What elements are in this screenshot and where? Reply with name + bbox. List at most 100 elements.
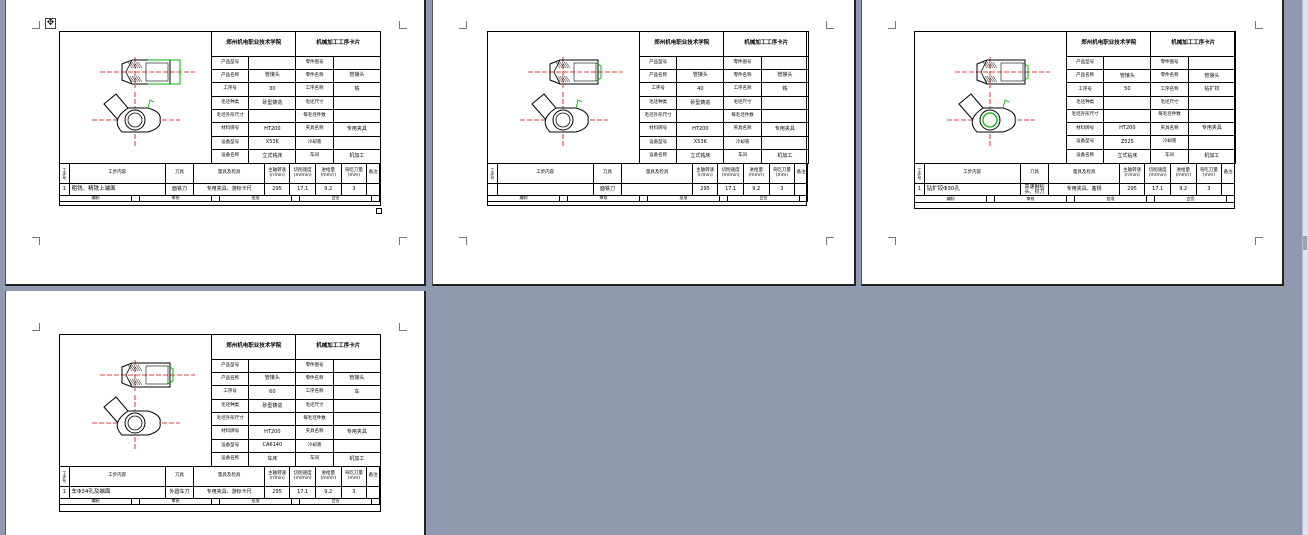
op-depth: 3 [340, 183, 368, 196]
margin-corner-mark [32, 21, 40, 29]
op-tool: 高速钢钻头、铰刀 [1019, 183, 1050, 196]
scrollbar-thumb[interactable] [1303, 236, 1307, 250]
info-value [332, 56, 382, 70]
info-row: 设备名称 立式铣床 车间 机加工 [638, 149, 810, 164]
info-label: 夹具名称 [723, 122, 762, 137]
info-value [1187, 96, 1237, 110]
signature-label: 编制 [914, 196, 987, 203]
info-value [332, 438, 382, 454]
op-column-header: 主轴转速(r/min) [263, 466, 291, 487]
op-note [1221, 183, 1235, 196]
info-value: 60 [248, 385, 297, 400]
signature-blank [291, 498, 300, 505]
info-value: 50 [1103, 82, 1152, 98]
op-column-header: 进给量(mm/r) [314, 466, 342, 487]
info-value: HT200 [1103, 121, 1152, 137]
op-column-header: 量具及检具 [621, 163, 693, 184]
part-sketch-area [60, 335, 212, 467]
signature-blank [639, 195, 648, 202]
table-move-handle-icon[interactable]: ✥ [45, 18, 56, 29]
signature-label: 批准 [647, 195, 720, 202]
info-value: 40 [676, 82, 725, 97]
operation-steps-table: 工步号 工步内容 刀具 量具及检具 主轴转速(r/min) 切削速度(m/min) 进给量(… [487, 163, 808, 196]
info-value: 管接头 [1103, 68, 1152, 84]
signature-label: 批准 [1074, 196, 1147, 203]
op-feed: 9.2 [314, 183, 342, 196]
vertical-scrollbar[interactable] [1302, 0, 1308, 535]
op-column-header: 工步号 [914, 163, 925, 184]
info-value [248, 359, 297, 373]
info-row: 设备名称 车床 车间 机加工 [210, 452, 382, 467]
op-cut-speed: 17.1 [289, 486, 316, 499]
school-name: 郑州机电职业技术学院 [210, 334, 297, 360]
info-label: 工序号 [210, 82, 250, 97]
info-label: 工序名称 [295, 385, 334, 400]
info-row: 工序号 30 工序名称铣 [210, 82, 382, 97]
info-value [1103, 96, 1152, 110]
info-row: 毛坯种类 砂型铸造 毛坯尺寸 [210, 95, 382, 111]
card-info-table: 郑州机电职业技术学院 机械加工工序卡片 产品型号 零件图号 产品名称 管接头 零件名称 管接头… [638, 31, 810, 164]
signature-strip: 编制 审核 批准 会签 [59, 195, 380, 202]
info-label: 材料牌号 [210, 425, 250, 440]
info-row: 材料牌号 HT200 夹具名称 专用夹具 [210, 122, 382, 137]
table-resize-handle[interactable] [376, 208, 382, 214]
info-label: 产品型号 [1065, 56, 1105, 70]
info-row: 产品名称 管接头 零件名称 管接头 [210, 371, 382, 387]
info-value [1103, 108, 1152, 123]
info-value [676, 56, 725, 70]
info-label: 毛坯种类 [1065, 96, 1105, 110]
op-note [794, 183, 808, 196]
op-column-header: 切削速度(m/min) [1144, 163, 1171, 184]
info-value: 车床 [248, 452, 297, 467]
info-value: HT200 [248, 122, 297, 137]
info-value: 铣 [332, 82, 382, 97]
school-name: 郑州机电职业技术学院 [1065, 31, 1152, 57]
info-label: 冷却液 [1150, 135, 1189, 151]
info-row: 材料牌号 HT200 夹具名称 专用夹具 [1065, 121, 1237, 137]
document-page-3: 郑州机电职业技术学院 机械加工工序卡片 产品型号 零件图号 产品名称 管接头 零件名称 管接头… [861, 0, 1284, 286]
info-label: 毛坯尺寸 [1150, 96, 1189, 110]
info-value: X53K [248, 135, 297, 151]
op-speed: 295 [263, 183, 291, 196]
op-gauge [621, 183, 693, 196]
info-value: 管接头 [760, 68, 810, 84]
info-value: Z525 [1103, 135, 1152, 151]
op-content [496, 183, 594, 196]
operation-steps-table: 工步号 工步内容 刀具 量具及检具 主轴转速(r/min) 切削速度(m/min) 进给量(… [59, 466, 380, 499]
signature-strip: 编制 审核 批准 会签 [914, 196, 1235, 203]
op-gauge: 专用夹具、塞规 [1048, 183, 1120, 196]
info-row: 工序号 50 工序名称 钻扩铰 [1065, 82, 1237, 98]
info-value [332, 359, 382, 373]
margin-corner-mark [399, 21, 407, 29]
process-card-2: 郑州机电职业技术学院 机械加工工序卡片 产品型号 零件图号 产品名称 管接头 零件名称 管接头… [487, 31, 810, 206]
info-label: 零件图号 [1150, 56, 1189, 70]
op-column-header: 刀具 [164, 163, 195, 184]
info-value [1187, 56, 1237, 70]
op-column-header: 主轴转速(r/min) [691, 163, 719, 184]
info-value [1103, 56, 1152, 70]
margin-corner-mark [399, 323, 407, 331]
info-label: 设备名称 [1065, 149, 1105, 164]
signature-blank [1226, 196, 1235, 203]
info-label: 夹具名称 [295, 425, 334, 440]
signature-blank [291, 195, 300, 202]
info-label: 工序名称 [723, 82, 762, 97]
info-label: 工序号 [210, 385, 250, 400]
info-value: 管接头 [676, 68, 725, 84]
info-label: 车间 [295, 452, 334, 467]
op-tool: 面铣刀 [164, 183, 195, 196]
margin-corner-mark [399, 237, 407, 245]
info-label: 零件名称 [723, 68, 762, 84]
card-title: 机械加工工序卡片 [1150, 31, 1236, 57]
info-label: 每毛坯件数 [723, 109, 762, 123]
info-row: 毛坯外形尺寸 每毛坯件数 [210, 109, 382, 123]
op-column-header: 量具及检具 [193, 163, 265, 184]
info-row: 产品型号 零件图号 [1065, 56, 1237, 70]
info-label: 毛坯外形尺寸 [210, 412, 250, 426]
info-label: 工序名称 [1150, 82, 1189, 98]
card-info-table: 郑州机电职业技术学院 机械加工工序卡片 产品型号 零件图号 产品名称 管接头 零件名称 管接头… [210, 334, 382, 467]
info-label: 冷却液 [295, 135, 334, 151]
info-value: 管接头 [1187, 68, 1237, 84]
process-card-4: 郑州机电职业技术学院 机械加工工序卡片 产品型号 零件图号 产品名称 管接头 零件名称 管接头… [59, 334, 382, 512]
info-label: 设备型号 [210, 438, 250, 454]
